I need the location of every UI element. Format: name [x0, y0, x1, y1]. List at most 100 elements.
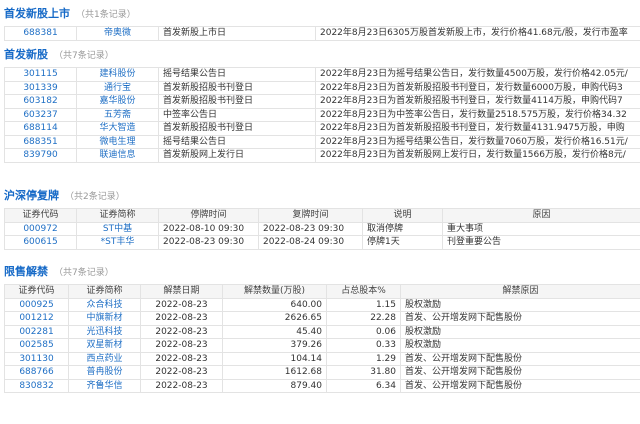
- table-row: 301130 西点药业 2022-08-23 104.14 1.29 首发、公开增发网下配…: [4, 351, 640, 366]
- table-row: 603182 嘉华股份 首发新股招股书刊登日 2022年8月23日为首发新股招股书刊登…: [4, 94, 640, 109]
- unlock-percent: 0.33: [326, 338, 401, 353]
- section-title-text: 首发新股: [4, 48, 48, 61]
- unlock-percent: 22.28: [326, 311, 401, 326]
- ipo-new-table: 301115 建科股份 摇号结果公告日 2022年8月23日为摇号结果公告日，发行数量…: [4, 67, 640, 163]
- event-type: 中签率公告日: [158, 107, 316, 122]
- column-header: 解禁原因: [400, 284, 640, 299]
- unlock-date: 2022-08-23: [140, 324, 223, 339]
- unlock-percent: 0.06: [326, 324, 401, 339]
- suspension-table: 证券代码 证券简称 停牌时间 复牌时间 说明 原因 000972 ST中基 2022-08-1…: [4, 208, 640, 250]
- stock-code-link[interactable]: 603237: [4, 107, 77, 122]
- unlock-reason: 首发、公开增发网下配售股份: [400, 365, 640, 380]
- stock-code-link[interactable]: 002281: [4, 324, 69, 339]
- column-header: 原因: [442, 208, 640, 223]
- unlock-percent: 6.34: [326, 378, 401, 393]
- stock-name-link[interactable]: *ST丰华: [76, 235, 159, 250]
- column-header: 证券代码: [4, 284, 69, 299]
- unlock-date: 2022-08-23: [140, 351, 223, 366]
- stock-name-link[interactable]: 西点药业: [68, 351, 141, 366]
- stock-code-link[interactable]: 301339: [4, 80, 77, 95]
- reason: 重大事项: [442, 221, 640, 236]
- stock-name-link[interactable]: 帝奥微: [76, 26, 159, 41]
- stock-code-link[interactable]: 301115: [4, 67, 77, 82]
- stock-code-link[interactable]: 301130: [4, 351, 69, 366]
- stock-code-link[interactable]: 830832: [4, 378, 69, 393]
- column-header: 停牌时间: [158, 208, 259, 223]
- section-title-text: 首发新股上市: [4, 7, 70, 20]
- column-header: 证券简称: [68, 284, 141, 299]
- column-header: 解禁日期: [140, 284, 223, 299]
- column-header: 解禁数量(万股): [222, 284, 327, 299]
- unlock-quantity: 1612.68: [222, 365, 327, 380]
- event-detail: 2022年8月23日为首发新股网上发行日，发行数量1566万股，发行价格8元/: [315, 148, 640, 163]
- unlock-reason: 股权激励: [400, 297, 640, 312]
- table-row: 688766 普冉股份 2022-08-23 1612.68 31.80 首发、公开增发网…: [4, 365, 640, 380]
- stock-name-link[interactable]: 通行宝: [76, 80, 159, 95]
- record-count: （共2条记录）: [65, 191, 125, 202]
- unlock-quantity: 379.26: [222, 338, 327, 353]
- stock-name-link[interactable]: 五芳斋: [76, 107, 159, 122]
- unlock-quantity: 640.00: [222, 297, 327, 312]
- section-title-suspension: 沪深停复牌 （共2条记录）: [4, 187, 125, 203]
- stock-name-link[interactable]: 齐鲁华信: [68, 378, 141, 393]
- record-count: （共1条记录）: [76, 9, 136, 20]
- stock-code-link[interactable]: 688351: [4, 134, 77, 149]
- stock-name-link[interactable]: ST中基: [76, 221, 159, 236]
- unlock-reason: 股权激励: [400, 338, 640, 353]
- unlock-percent: 31.80: [326, 365, 401, 380]
- table-row: 688381 帝奥微 首发新股上市日 2022年8月23日6305万股首发新股上市，发…: [4, 26, 640, 41]
- event-type: 首发新股招股书刊登日: [158, 121, 316, 136]
- event-detail: 2022年8月23日为中签率公告日，发行数量2518.575万股，发行价格34.…: [315, 107, 640, 122]
- resume-time: 2022-08-24 09:30: [258, 235, 363, 250]
- unlock-reason: 首发、公开增发网下配售股份: [400, 378, 640, 393]
- stock-code-link[interactable]: 688381: [4, 26, 77, 41]
- stock-code-link[interactable]: 000972: [4, 221, 77, 236]
- stock-name-link[interactable]: 微电生理: [76, 134, 159, 149]
- unlock-percent: 1.15: [326, 297, 401, 312]
- unlock-quantity: 45.40: [222, 324, 327, 339]
- unlock-table: 证券代码 证券简称 解禁日期 解禁数量(万股) 占总股本% 解禁原因 000925 众合科技…: [4, 284, 640, 393]
- unlock-percent: 1.29: [326, 351, 401, 366]
- stock-code-link[interactable]: 688766: [4, 365, 69, 380]
- stock-name-link[interactable]: 中旗新材: [68, 311, 141, 326]
- halt-time: 2022-08-23 09:30: [158, 235, 259, 250]
- stock-name-link[interactable]: 嘉华股份: [76, 94, 159, 109]
- stock-name-link[interactable]: 光迅科技: [68, 324, 141, 339]
- stock-name-link[interactable]: 建科股份: [76, 67, 159, 82]
- unlock-date: 2022-08-23: [140, 365, 223, 380]
- stock-name-link[interactable]: 联迪信息: [76, 148, 159, 163]
- table-row: 001212 中旗新材 2022-08-23 2626.65 22.28 首发、公开增发网…: [4, 311, 640, 326]
- unlock-reason: 首发、公开增发网下配售股份: [400, 351, 640, 366]
- unlock-date: 2022-08-23: [140, 311, 223, 326]
- stock-name-link[interactable]: 众合科技: [68, 297, 141, 312]
- stock-code-link[interactable]: 839790: [4, 148, 77, 163]
- stock-code-link[interactable]: 001212: [4, 311, 69, 326]
- event-type: 摇号结果公告日: [158, 134, 316, 149]
- stock-code-link[interactable]: 600615: [4, 235, 77, 250]
- stock-code-link[interactable]: 002585: [4, 338, 69, 353]
- event-detail: 2022年8月23日为首发新股招股书刊登日，发行数量6000万股，申购代码3: [315, 80, 640, 95]
- section-title-ipo-listing: 首发新股上市 （共1条记录）: [4, 5, 136, 21]
- stock-name-link[interactable]: 双星新材: [68, 338, 141, 353]
- stock-name-link[interactable]: 华大智造: [76, 121, 159, 136]
- section-title-text: 沪深停复牌: [4, 189, 59, 202]
- unlock-quantity: 879.40: [222, 378, 327, 393]
- unlock-date: 2022-08-23: [140, 338, 223, 353]
- section-title-unlock: 限售解禁 （共7条记录）: [4, 263, 114, 279]
- section-title-text: 限售解禁: [4, 265, 48, 278]
- event-type: 首发新股网上发行日: [158, 148, 316, 163]
- unlock-reason: 首发、公开增发网下配售股份: [400, 311, 640, 326]
- event-type: 摇号结果公告日: [158, 67, 316, 82]
- note: 停牌1天: [362, 235, 443, 250]
- event-detail: 2022年8月23日为首发新股招股书刊登日，发行数量4114万股，申购代码7: [315, 94, 640, 109]
- column-header: 证券简称: [76, 208, 159, 223]
- stock-code-link[interactable]: 603182: [4, 94, 77, 109]
- stock-code-link[interactable]: 688114: [4, 121, 77, 136]
- unlock-reason: 股权激励: [400, 324, 640, 339]
- table-row: 000925 众合科技 2022-08-23 640.00 1.15 股权激励: [4, 297, 640, 312]
- column-header: 说明: [362, 208, 443, 223]
- table-row: 839790 联迪信息 首发新股网上发行日 2022年8月23日为首发新股网上发行日，…: [4, 148, 640, 163]
- table-row: 000972 ST中基 2022-08-10 09:30 2022-08-23 09:…: [4, 221, 640, 236]
- stock-code-link[interactable]: 000925: [4, 297, 69, 312]
- stock-name-link[interactable]: 普冉股份: [68, 365, 141, 380]
